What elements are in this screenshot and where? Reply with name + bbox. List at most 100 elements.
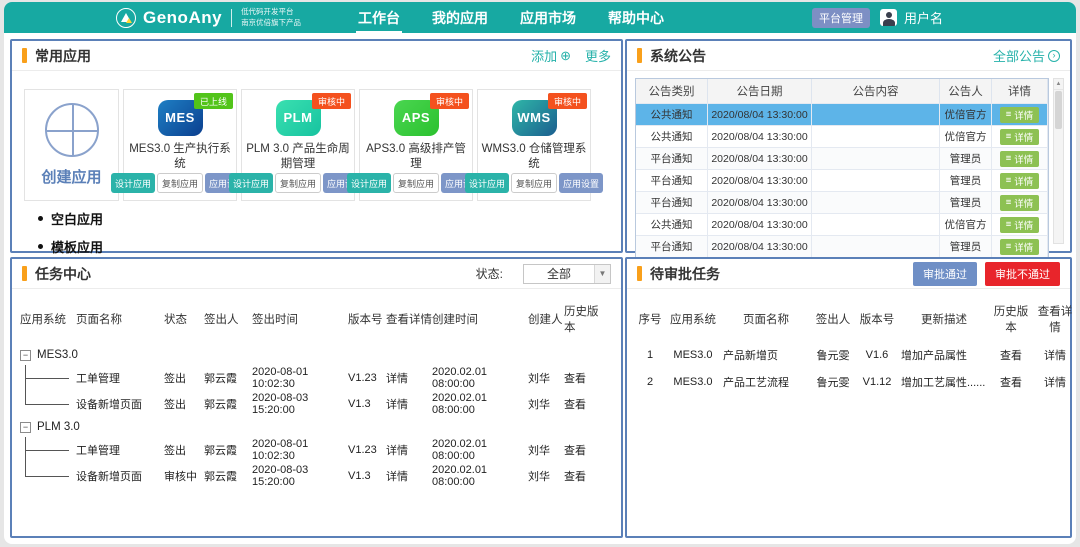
announcement-detail-button[interactable]: ≡详情: [1000, 239, 1040, 255]
create-app-circle-plus-icon: [45, 103, 99, 157]
task-history-link[interactable]: 查看: [564, 370, 606, 386]
task-history-link[interactable]: 查看: [564, 396, 606, 412]
task-page-name[interactable]: 工单管理: [76, 442, 164, 458]
announcement-date: 2020/08/04 13:30:00: [708, 236, 812, 257]
approve-button[interactable]: 审批通过: [913, 262, 977, 286]
announcement-date: 2020/08/04 13:30:00: [708, 126, 812, 147]
approval-row[interactable]: 1MES3.0产品新增页鲁元雯V1.6增加产品属性查看详情: [635, 341, 1070, 368]
approval-history-link[interactable]: 查看: [989, 374, 1033, 390]
task-checkout-person: 郭云霞: [204, 468, 252, 484]
task-detail-link[interactable]: 详情: [386, 442, 432, 458]
platform-admin-button[interactable]: 平台管理: [812, 8, 870, 28]
collapse-icon[interactable]: −: [20, 422, 31, 433]
app-card[interactable]: 已上线MESMES3.0 生产执行系统设计应用复制应用应用设置: [123, 89, 237, 201]
task-page-name[interactable]: 设备新增页面: [76, 468, 164, 484]
create-app-card[interactable]: 创建应用: [24, 89, 119, 201]
list-icon: ≡: [1006, 219, 1012, 230]
add-app-link[interactable]: 添加 ⊕: [531, 46, 571, 65]
detail-button-label: 详情: [1014, 218, 1033, 232]
task-page-name[interactable]: 工单管理: [76, 370, 164, 386]
nav-item-workbench[interactable]: 工作台: [356, 2, 402, 34]
task-history-link[interactable]: 查看: [564, 442, 606, 458]
design-app-button[interactable]: 设计应用: [229, 173, 273, 193]
announcement-row[interactable]: 平台通知2020/08/04 13:30:00管理员≡详情: [636, 169, 1048, 191]
announcement-row[interactable]: 公共通知2020/08/04 13:30:00优倍官方≡详情: [636, 103, 1048, 125]
announcement-content: [812, 170, 940, 191]
approval-column-header: 更新描述: [899, 311, 989, 327]
approval-column-header: 序号: [635, 311, 665, 327]
approval-row[interactable]: 2MES3.0产品工艺流程鲁元雯V1.12增加工艺属性......查看详情: [635, 368, 1070, 395]
nav-item-my-apps[interactable]: 我的应用: [430, 2, 490, 34]
app-card[interactable]: 审核中WMSWMS3.0 仓储管理系统设计应用复制应用应用设置: [477, 89, 591, 201]
approval-detail-link[interactable]: 详情: [1033, 374, 1076, 390]
status-filter-select[interactable]: 全部 ▼: [523, 264, 611, 284]
task-column-header: 创建人: [528, 311, 564, 327]
nav-item-app-market[interactable]: 应用市场: [518, 2, 578, 34]
task-table-body: −MES3.0工单管理签出郭云霞2020-08-01 10:02:30V1.23…: [12, 345, 621, 489]
design-app-button[interactable]: 设计应用: [111, 173, 155, 193]
copy-app-button[interactable]: 复制应用: [157, 173, 203, 193]
announcement-detail-cell: ≡详情: [992, 214, 1048, 235]
copy-app-button[interactable]: 复制应用: [511, 173, 557, 193]
task-row[interactable]: 设备新增页面签出郭云霞2020-08-03 15:20:00V1.3详情2020…: [20, 391, 621, 417]
announcement-row[interactable]: 平台通知2020/08/04 13:30:00管理员≡详情: [636, 191, 1048, 213]
announcements-table-header: 公告类别公告日期公告内容公告人详情: [636, 79, 1048, 103]
scroll-up-icon[interactable]: ▲: [1054, 79, 1063, 90]
announcements-scrollbar[interactable]: ▲: [1053, 78, 1064, 244]
app-type-item-1[interactable]: 空白应用: [38, 209, 103, 228]
app-settings-button[interactable]: 应用设置: [559, 173, 603, 193]
collapse-icon[interactable]: −: [20, 350, 31, 361]
copy-app-button[interactable]: 复制应用: [275, 173, 321, 193]
task-detail-link[interactable]: 详情: [386, 396, 432, 412]
announcement-detail-button[interactable]: ≡详情: [1000, 151, 1040, 167]
approval-description: 增加工艺属性......: [899, 374, 989, 390]
task-row[interactable]: 设备新增页面审核中郭云霞2020-08-03 15:20:00V1.3详情202…: [20, 463, 621, 489]
copy-app-button[interactable]: 复制应用: [393, 173, 439, 193]
task-row[interactable]: 工单管理签出郭云霞2020-08-01 10:02:30V1.23详情2020.…: [20, 365, 621, 391]
app-card[interactable]: 审核中PLMPLM 3.0 产品生命周期管理设计应用复制应用应用设置: [241, 89, 355, 201]
more-apps-link[interactable]: 更多: [585, 46, 611, 65]
approval-history-link[interactable]: 查看: [989, 347, 1033, 363]
announcements-title: 系统公告: [650, 46, 706, 66]
task-checkout-person: 郭云霞: [204, 442, 252, 458]
app-card[interactable]: 审核中APSAPS3.0 高级排产管理设计应用复制应用应用设置: [359, 89, 473, 201]
task-detail-link[interactable]: 详情: [386, 468, 432, 484]
all-announcements-label: 全部公告: [993, 46, 1045, 65]
logo[interactable]: GenoAny 低代码开发平台 南京优倍旗下产品: [116, 2, 301, 33]
announcement-detail-button[interactable]: ≡详情: [1000, 173, 1040, 189]
announcements-panel: 系统公告 全部公告 › 公告类别公告日期公告内容公告人详情 公共通知2020/0…: [625, 39, 1072, 253]
announcement-row[interactable]: 平台通知2020/08/04 13:30:00管理员≡详情: [636, 147, 1048, 169]
app-type-item-2[interactable]: 模板应用: [38, 237, 103, 256]
approvals-table-header: 序号应用系统页面名称签出人版本号更新描述历史版本查看详情: [627, 289, 1070, 341]
task-detail-link[interactable]: 详情: [386, 370, 432, 386]
announcement-row[interactable]: 平台通知2020/08/04 13:30:00管理员≡详情: [636, 235, 1048, 257]
nav-item-help-center[interactable]: 帮助中心: [606, 2, 666, 34]
username-label: 用户名: [904, 8, 943, 27]
announcement-detail-button[interactable]: ≡详情: [1000, 195, 1040, 211]
design-app-button[interactable]: 设计应用: [465, 173, 509, 193]
reject-button[interactable]: 审批不通过: [985, 262, 1060, 286]
announcement-row[interactable]: 公共通知2020/08/04 13:30:00优倍官方≡详情: [636, 125, 1048, 147]
all-announcements-link[interactable]: 全部公告 ›: [993, 46, 1060, 65]
app-name: APS3.0 高级排产管理: [360, 142, 472, 173]
task-center-title: 任务中心: [35, 264, 91, 284]
task-row[interactable]: 工单管理签出郭云霞2020-08-01 10:02:30V1.23详情2020.…: [20, 437, 621, 463]
plus-circle-icon: ⊕: [560, 49, 571, 62]
announcement-row[interactable]: 公共通知2020/08/04 13:30:00优倍官方≡详情: [636, 213, 1048, 235]
design-app-button[interactable]: 设计应用: [347, 173, 391, 193]
announcement-author: 管理员: [940, 170, 992, 191]
task-column-header: 历史版本: [564, 303, 606, 335]
approval-detail-link[interactable]: 详情: [1033, 347, 1076, 363]
announcement-detail-button[interactable]: ≡详情: [1000, 217, 1040, 233]
task-group-row[interactable]: −PLM 3.0: [20, 417, 621, 437]
task-history-link[interactable]: 查看: [564, 468, 606, 484]
announcement-detail-button[interactable]: ≡详情: [1000, 129, 1040, 145]
scrollbar-thumb[interactable]: [1055, 91, 1062, 129]
task-group-row[interactable]: −MES3.0: [20, 345, 621, 365]
approval-checkout-person: 鲁元雯: [811, 374, 855, 390]
task-page-name[interactable]: 设备新增页面: [76, 396, 164, 412]
announcement-detail-button[interactable]: ≡详情: [1000, 107, 1040, 123]
user-menu[interactable]: 用户名: [880, 2, 943, 33]
announcement-type: 公共通知: [636, 214, 708, 235]
brand-tagline: 低代码开发平台 南京优倍旗下产品: [241, 7, 301, 27]
